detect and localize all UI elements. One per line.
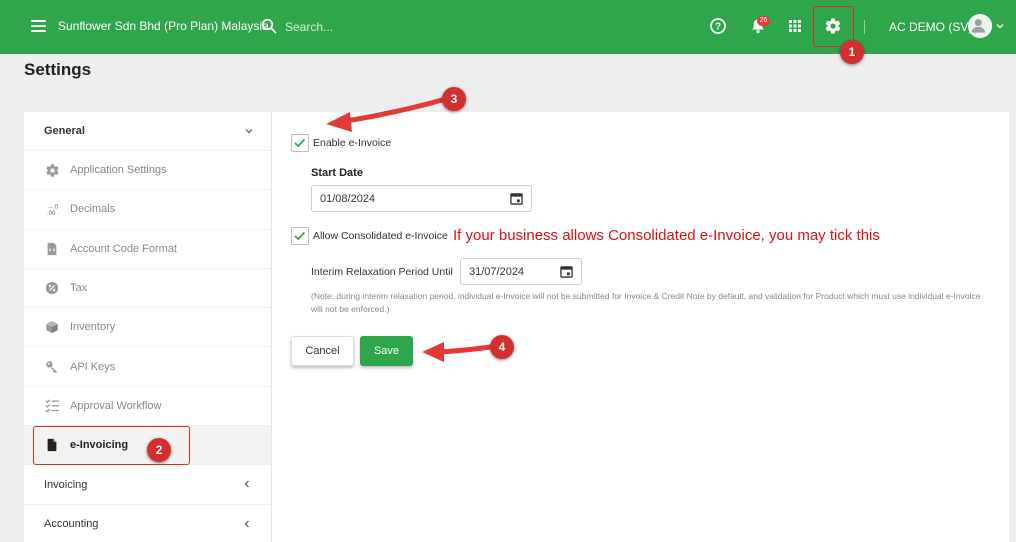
decimals-icon: →.0.00: [44, 201, 60, 217]
sidebar-group-label: General: [44, 125, 85, 137]
sidebar-item-application-settings[interactable]: Application Settings: [24, 151, 271, 191]
sidebar-item-approval-workflow[interactable]: Approval Workflow: [24, 387, 271, 427]
sidebar-item-inventory[interactable]: Inventory: [24, 308, 271, 348]
sidebar-item-account-code-format[interactable]: Account Code Format: [24, 230, 271, 269]
start-date-field[interactable]: 01/08/2024: [311, 185, 532, 212]
user-name[interactable]: AC DEMO (SV): [889, 20, 972, 34]
search-icon[interactable]: [261, 18, 277, 34]
chevron-down-icon: [245, 129, 253, 134]
code-icon: [44, 241, 60, 257]
checklist-icon: [44, 398, 60, 414]
e-invoicing-settings-panel: Enable e-Invoice Start Date 01/08/2024 A…: [272, 112, 1009, 542]
top-app-bar: Sunflower Sdn Bhd (Pro Plan) Malaysia ? …: [0, 0, 1016, 54]
callout-4: 4: [490, 335, 514, 359]
calendar-icon[interactable]: [560, 265, 573, 278]
percent-icon: [44, 280, 60, 296]
svg-text:?: ?: [715, 22, 721, 33]
sidebar-item-label: Inventory: [70, 321, 116, 334]
callout-1: 1: [840, 40, 864, 64]
save-button[interactable]: Save: [360, 336, 413, 366]
checkmark-icon: [294, 231, 306, 241]
key-icon: [44, 359, 60, 375]
chevron-left-icon: [244, 520, 249, 528]
avatar[interactable]: [968, 14, 992, 38]
consolidated-annotation: If your business allows Consolidated e-I…: [453, 227, 880, 244]
sidebar-section-label: Invoicing: [44, 478, 88, 491]
sidebar-item-api-keys[interactable]: API Keys: [24, 347, 271, 387]
relaxation-date-value: 31/07/2024: [469, 265, 525, 278]
callout-3: 3: [442, 87, 466, 111]
sidebar-item-label: Account Code Format: [70, 242, 177, 255]
sidebar-item-label: Approval Workflow: [70, 399, 162, 412]
topbar-divider: [864, 20, 865, 34]
relaxation-date-field[interactable]: 31/07/2024: [460, 258, 582, 285]
sidebar-section-label: Accounting: [44, 517, 99, 530]
relaxation-note: (Note: during interim relaxation period,…: [311, 291, 981, 314]
sidebar-group-general[interactable]: General: [24, 112, 271, 151]
enable-e-invoice-checkbox[interactable]: [291, 134, 309, 152]
chevron-down-icon[interactable]: [996, 22, 1004, 30]
checkmark-icon: [294, 138, 306, 148]
menu-icon[interactable]: [31, 20, 46, 32]
cancel-button[interactable]: Cancel: [291, 336, 354, 366]
apps-grid-icon[interactable]: [786, 17, 804, 35]
search-input[interactable]: [285, 17, 485, 37]
consolidated-e-invoice-checkbox[interactable]: [291, 227, 309, 245]
sidebar-item-label: Decimals: [70, 203, 116, 216]
page-title: Settings: [24, 60, 92, 79]
svg-text:.00: .00: [46, 210, 55, 217]
sidebar-section-invoicing[interactable]: Invoicing: [24, 465, 271, 505]
start-date-label: Start Date: [311, 167, 363, 179]
sidebar-section-accounting[interactable]: Accounting: [24, 505, 271, 542]
sidebar-item-label: Application Settings: [70, 164, 167, 177]
notification-badge: 26: [757, 16, 770, 26]
calendar-icon[interactable]: [510, 192, 523, 205]
box-icon: [44, 319, 60, 335]
gear-icon: [44, 162, 60, 178]
sidebar-item-label: API Keys: [70, 360, 116, 373]
company-name: Sunflower Sdn Bhd (Pro Plan) Malaysia: [58, 19, 269, 33]
relaxation-period-label: Interim Relaxation Period Until: [311, 266, 453, 278]
help-icon[interactable]: ?: [709, 17, 727, 35]
chevron-left-icon: [244, 480, 249, 488]
user-icon: [971, 19, 985, 33]
sidebar-item-decimals[interactable]: →.0.00 Decimals: [24, 190, 271, 230]
consolidated-e-invoice-label: Allow Consolidated e-Invoice: [313, 230, 448, 242]
sidebar-item-label: Tax: [70, 282, 88, 295]
enable-e-invoice-label: Enable e-Invoice: [313, 137, 392, 149]
sidebar-item-tax[interactable]: Tax: [24, 269, 271, 309]
callout-2: 2: [147, 438, 171, 462]
start-date-value: 01/08/2024: [320, 192, 376, 205]
settings-sidebar: General Application Settings →.0.00 Deci…: [24, 112, 272, 542]
